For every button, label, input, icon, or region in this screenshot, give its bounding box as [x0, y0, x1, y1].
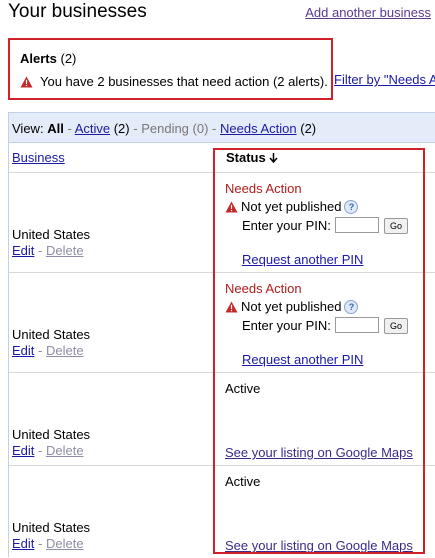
alerts-box: Alerts (2) You have 2 businesses that ne…	[8, 38, 333, 100]
row-actions: Edit - Delete	[12, 536, 84, 551]
view-pending: Pending (0)	[141, 121, 209, 136]
edit-link[interactable]: Edit	[12, 443, 34, 458]
edit-link[interactable]: Edit	[12, 536, 34, 551]
delete-link[interactable]: Delete	[46, 243, 84, 258]
delete-link[interactable]: Delete	[46, 536, 84, 551]
row-actions: Edit - Delete	[12, 243, 84, 258]
view-needs-action-link[interactable]: Needs Action	[220, 121, 297, 136]
add-business-link[interactable]: Add another business	[305, 5, 431, 20]
filter-needs-action-link[interactable]: Filter by "Needs A	[334, 72, 435, 87]
alerts-message-line: You have 2 businesses that need action (…	[20, 74, 328, 91]
view-filter-bar: View: All - Active (2) - Pending (0) - N…	[9, 113, 435, 143]
warning-icon	[20, 76, 33, 91]
alerts-count: (2)	[60, 51, 77, 66]
business-country: United States	[12, 227, 91, 242]
edit-link[interactable]: Edit	[12, 343, 34, 358]
view-all: All	[47, 121, 64, 136]
row-actions: Edit - Delete	[12, 343, 84, 358]
business-country: United States	[12, 327, 91, 342]
view-active-count: (2)	[113, 121, 130, 136]
column-header-business[interactable]: Business	[12, 150, 65, 165]
edit-link[interactable]: Edit	[12, 243, 34, 258]
delete-link[interactable]: Delete	[46, 443, 84, 458]
page-title: Your businesses	[8, 1, 147, 22]
view-active-link[interactable]: Active	[75, 121, 110, 136]
view-needs-action-count: (2)	[300, 121, 317, 136]
delete-link[interactable]: Delete	[46, 343, 84, 358]
view-label: View:	[12, 121, 44, 136]
business-country: United States	[12, 427, 91, 442]
alerts-message: You have 2 businesses that need action (…	[40, 74, 328, 89]
status-column-highlight	[213, 148, 425, 554]
row-actions: Edit - Delete	[12, 443, 84, 458]
business-country: United States	[12, 520, 91, 535]
alerts-title: Alerts	[20, 51, 57, 66]
alerts-heading: Alerts (2)	[20, 51, 76, 66]
